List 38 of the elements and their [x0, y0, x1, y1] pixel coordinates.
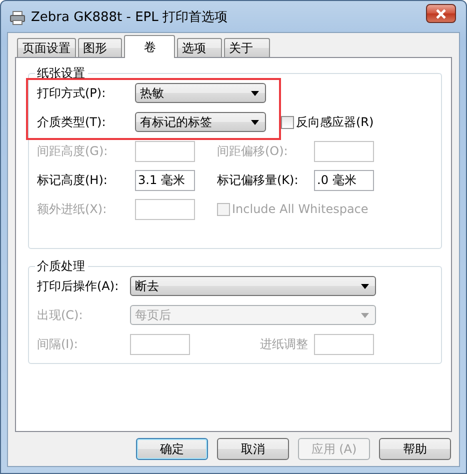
field-label: 出现(C):: [37, 306, 84, 324]
field-label: 间距偏移(O):: [217, 142, 289, 160]
field-label: 间距高度(G):: [37, 142, 109, 160]
input-field[interactable]: .0 毫米: [314, 170, 374, 190]
dropdown: 每页后: [130, 305, 376, 325]
close-button[interactable]: [426, 4, 456, 23]
tab[interactable]: 图形: [78, 38, 122, 57]
window-title: Zebra GK888t - EPL 打印首选项: [31, 8, 228, 26]
checkbox[interactable]: [281, 116, 294, 128]
dialog-button: 应用 (A): [298, 438, 370, 460]
dropdown[interactable]: 断去: [130, 276, 376, 296]
dropdown-arrow-icon: [361, 312, 369, 318]
dropdown-arrow-icon: [251, 120, 259, 124]
printer-icon: [10, 10, 25, 24]
field-label: 打印后操作(A):: [37, 278, 120, 294]
dropdown-arrow-icon: [361, 284, 369, 288]
field-label: 介质类型(T):: [37, 114, 107, 130]
dialog-button[interactable]: 取消: [217, 438, 289, 460]
field-label: 标记偏移量(K):: [217, 172, 300, 188]
close-icon: [435, 8, 447, 18]
tab[interactable]: 关于: [224, 38, 270, 57]
dropdown[interactable]: 有标记的标签: [135, 112, 266, 132]
dropdown-arrow-icon: [251, 90, 259, 96]
tab[interactable]: 页面设置: [17, 38, 76, 57]
field-label: 标记高度(H):: [37, 172, 108, 188]
checkbox-label: Include All Whitespace: [232, 202, 368, 216]
input-field[interactable]: 3.1 毫米: [135, 170, 195, 190]
dialog-button[interactable]: 帮助: [379, 438, 451, 460]
dialog-button[interactable]: 确定: [136, 438, 208, 460]
field-label: 额外进纸(X):: [37, 200, 108, 218]
tab[interactable]: 选项: [177, 38, 222, 57]
checkbox-label: 反向感应器(R): [296, 114, 374, 130]
field-label: 进纸调整: [259, 336, 308, 352]
group-title: 介质处理: [35, 258, 88, 274]
tab[interactable]: 卷: [124, 35, 175, 58]
field-label: 间隔(I):: [37, 336, 79, 352]
dropdown[interactable]: 热敏: [135, 83, 266, 103]
field-label: 打印方式(P):: [37, 84, 107, 102]
